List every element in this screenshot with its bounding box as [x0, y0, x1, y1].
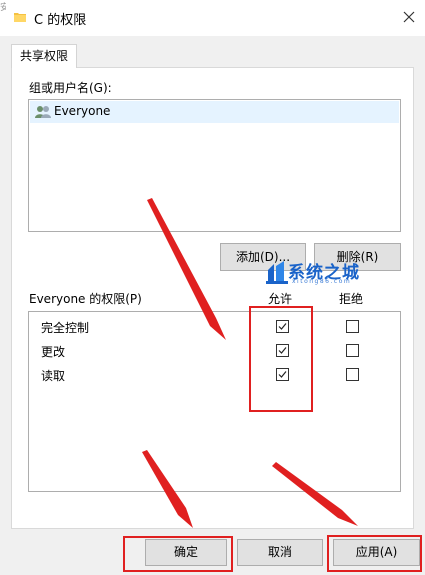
group-item-everyone[interactable]: Everyone [30, 101, 399, 123]
deny-checkbox-change[interactable] [346, 344, 359, 357]
watermark-url: xitong86.com [292, 278, 352, 285]
watermark: 系统之城 xitong86.com [266, 258, 376, 288]
deny-checkbox-read[interactable] [346, 368, 359, 381]
folder-icon [14, 13, 26, 22]
group-item-label: Everyone [54, 104, 111, 118]
watermark-logo-icon [266, 261, 288, 284]
group-list[interactable]: Everyone [28, 99, 401, 232]
deny-checkbox-full-control[interactable] [346, 320, 359, 333]
deny-column-header: 拒绝 [339, 292, 364, 306]
title-bar: 安 C 的权限 [0, 0, 425, 36]
users-icon [35, 106, 51, 118]
permissions-list: 完全控制 更改 读取 [28, 311, 401, 492]
permissions-title: Everyone 的权限(P) [29, 292, 142, 306]
window-title: C 的权限 [34, 13, 87, 28]
annotation-box-ok [123, 536, 233, 572]
permission-row-read: 读取 [29, 363, 400, 386]
tab-share-permissions[interactable]: 共享权限 [11, 44, 77, 68]
cancel-button[interactable]: 取消 [237, 539, 323, 566]
permission-name: 更改 [41, 345, 66, 359]
permission-name: 完全控制 [41, 321, 90, 335]
title-left-sliver: 安 [0, 3, 6, 13]
annotation-box-allow [249, 306, 313, 412]
permission-row-change: 更改 [29, 339, 400, 362]
permission-row-full-control: 完全控制 [29, 315, 400, 338]
group-list-label: 组或用户名(G): [29, 81, 112, 95]
close-icon[interactable] [398, 6, 420, 28]
allow-column-header: 允许 [268, 292, 293, 306]
tab-label: 共享权限 [19, 49, 68, 63]
annotation-box-apply [327, 535, 422, 572]
permission-name: 读取 [41, 369, 66, 383]
